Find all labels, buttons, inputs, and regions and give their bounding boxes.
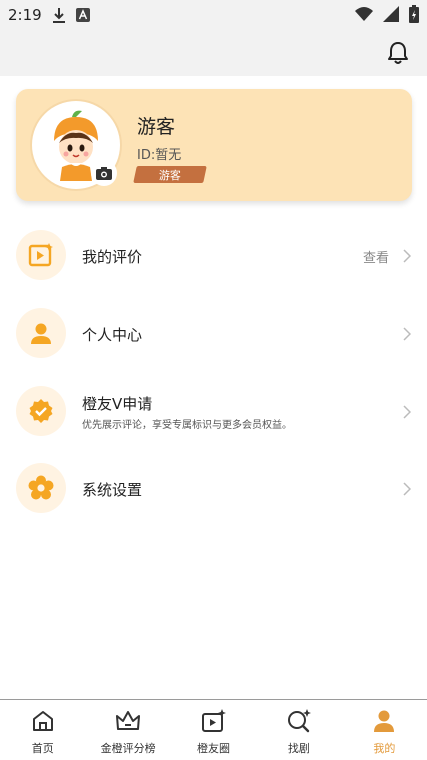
video-sparkle-icon [201,709,227,737]
chevron-right-icon [403,326,412,345]
verified-badge-icon [16,386,66,436]
chevron-right-icon [403,481,412,500]
home-icon [31,709,55,737]
a-badge-icon [75,8,90,22]
menu-subtitle: 优先展示评论，享受专属标识与更多会员权益。 [82,420,292,431]
signal-icon [383,6,399,26]
menu-item-personal-center[interactable]: 个人中心 [0,298,427,368]
tab-label: 找剧 [287,742,310,755]
chevron-right-icon [403,248,412,267]
search-sparkle-icon [286,709,312,737]
tab-find-shows[interactable]: 找剧 [256,700,341,760]
menu-label: 系统设置 [82,481,143,499]
user-role-badge-label: 游客 [159,168,181,182]
tab-label: 我的 [373,742,396,755]
menu-item-system-settings[interactable]: 系统设置 [0,453,427,523]
page-header [0,30,427,76]
view-link[interactable]: 查看 [363,247,389,266]
user-role-badge: 游客 [133,166,207,183]
tab-mine[interactable]: 我的 [342,700,427,760]
menu-label: 个人中心 [82,326,143,344]
tab-golden-orange-ranking[interactable]: 金橙评分榜 [85,700,170,760]
wifi-icon [355,6,373,26]
status-time: 2:19 [8,6,42,24]
menu-item-my-reviews[interactable]: 我的评价 查看 [0,220,427,290]
tab-label: 橙友圈 [197,742,231,755]
profile-name: 游客 [137,116,176,138]
menu-label: 我的评价 [82,248,143,266]
menu-label: 橙友V申请 [82,395,153,413]
camera-icon[interactable] [91,160,117,186]
download-icon [52,7,66,23]
chevron-right-icon [403,404,412,423]
crown-icon [115,709,141,737]
bell-icon[interactable] [387,41,409,69]
settings-icon [16,463,66,513]
tab-label: 金橙评分榜 [100,742,156,755]
review-icon [16,230,66,280]
tab-home[interactable]: 首页 [0,700,85,760]
profile-id: ID:暂无 [137,148,182,163]
menu-item-v-application[interactable]: 橙友V申请 优先展示评论，享受专属标识与更多会员权益。 [0,376,427,446]
battery-charging-icon [409,5,419,27]
tab-orange-friends-circle[interactable]: 橙友圈 [171,700,256,760]
person-icon [372,709,396,737]
profile-card[interactable] [16,89,412,201]
status-bar: 2:19 [0,0,427,30]
user-icon [16,308,66,358]
bottom-tab-bar: 首页 金橙评分榜 橙友圈 找剧 我的 [0,699,427,760]
tab-label: 首页 [31,742,54,755]
